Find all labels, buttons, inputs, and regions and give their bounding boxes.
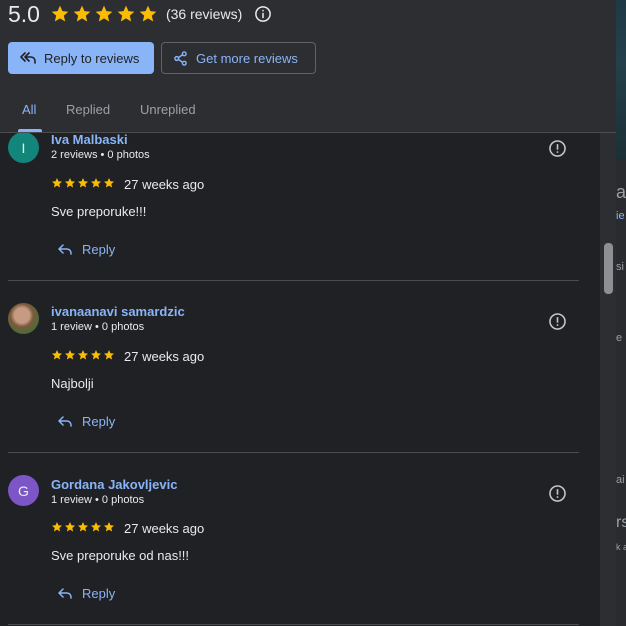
background-text: e: [616, 332, 623, 344]
reviews-header: 5.0 (36 reviews) Reply to reviews Get mo…: [0, 0, 616, 133]
star-icon: [73, 5, 91, 22]
star-icon: [91, 178, 101, 188]
report-icon[interactable]: [548, 139, 567, 158]
star-icon: [139, 5, 157, 22]
review-time: 27 weeks ago: [124, 177, 205, 192]
avatar[interactable]: I: [8, 133, 39, 163]
rating-value: 5.0: [8, 0, 40, 27]
avatar[interactable]: [8, 303, 39, 334]
reply-icon: [58, 416, 72, 427]
star-icon: [78, 178, 88, 188]
share-icon: [174, 50, 187, 66]
review-stars: [51, 349, 115, 361]
review-item: G Gordana Jakovljevic 1 review • 0 photo…: [0, 463, 600, 626]
scrollbar-thumb[interactable]: [604, 243, 613, 294]
get-more-reviews-label: Get more reviews: [196, 50, 298, 66]
review-text: Sve preporuke od nas!!!: [51, 548, 190, 563]
tab-replied[interactable]: Replied: [66, 102, 110, 117]
reply-button[interactable]: Reply: [58, 582, 115, 604]
star-icon: [78, 522, 88, 532]
review-count: (36 reviews): [165, 6, 243, 22]
star-icon: [65, 522, 75, 532]
review-stars: [51, 521, 115, 533]
star-icon: [52, 178, 62, 188]
divider: [8, 624, 579, 625]
reply-label: Reply: [82, 413, 116, 429]
map-background: a ie si e ai rs k a: [616, 0, 626, 626]
reply-icon: [58, 588, 72, 599]
review-item: ivanaanavi samardzic 1 review • 0 photos…: [0, 291, 600, 463]
avatar-letter: G: [18, 482, 29, 499]
reply-label: Reply: [82, 241, 116, 257]
report-icon[interactable]: [548, 484, 567, 503]
background-text: ie: [616, 210, 625, 222]
star-icon: [65, 178, 75, 188]
star-icon: [52, 522, 62, 532]
star-icon: [78, 350, 88, 360]
info-icon[interactable]: [254, 5, 272, 23]
review-text: Najbolji: [51, 376, 94, 391]
reply-label: Reply: [82, 585, 116, 601]
background-text: rs: [616, 514, 626, 531]
tab-all[interactable]: All: [22, 102, 36, 117]
reviews-list[interactable]: I Iva Malbaski 2 reviews • 0 photos 27 w…: [0, 133, 600, 626]
reviewer-meta: 1 review • 0 photos: [51, 494, 145, 506]
review-stars: [51, 177, 115, 189]
reply-icon: [58, 244, 72, 255]
review-text: Sve preporuke!!!: [51, 204, 147, 219]
star-icon: [91, 522, 101, 532]
star-icon: [104, 522, 114, 532]
reply-to-reviews-button[interactable]: Reply to reviews: [8, 42, 154, 74]
reviewer-meta: 2 reviews • 0 photos: [51, 149, 150, 161]
star-icon: [51, 5, 69, 22]
star-icon: [104, 178, 114, 188]
scrollbar-track[interactable]: [600, 133, 616, 626]
tab-unreplied[interactable]: Unreplied: [140, 102, 196, 117]
review-item: I Iva Malbaski 2 reviews • 0 photos 27 w…: [0, 133, 600, 291]
reply-button[interactable]: Reply: [58, 238, 115, 260]
star-icon: [52, 350, 62, 360]
rating-stars: [50, 4, 158, 24]
rating-summary: 5.0 (36 reviews): [8, 0, 272, 28]
map-thumbnail: [616, 0, 626, 160]
reply-all-icon: [20, 52, 36, 64]
background-text: k a: [616, 542, 626, 552]
star-icon: [91, 350, 101, 360]
report-icon[interactable]: [548, 312, 567, 331]
background-text: a: [616, 182, 626, 202]
star-icon: [117, 5, 135, 22]
active-tab-indicator: [18, 129, 42, 132]
review-time: 27 weeks ago: [124, 349, 205, 364]
avatar[interactable]: G: [8, 475, 39, 506]
divider: [8, 280, 579, 281]
background-text: ai: [616, 474, 625, 486]
reply-button[interactable]: Reply: [58, 410, 115, 432]
background-text: si: [616, 261, 624, 273]
reviewer-meta: 1 review • 0 photos: [51, 321, 145, 333]
reply-to-reviews-label: Reply to reviews: [44, 50, 140, 66]
divider: [8, 452, 579, 453]
star-icon: [104, 350, 114, 360]
star-icon: [95, 5, 113, 22]
reviewer-name[interactable]: Gordana Jakovljevic: [51, 477, 177, 492]
reviewer-name[interactable]: ivanaanavi samardzic: [51, 304, 185, 319]
avatar-letter: I: [21, 139, 26, 156]
review-time: 27 weeks ago: [124, 521, 205, 536]
star-icon: [65, 350, 75, 360]
reviewer-name[interactable]: Iva Malbaski: [51, 133, 128, 147]
get-more-reviews-button[interactable]: Get more reviews: [161, 42, 316, 74]
